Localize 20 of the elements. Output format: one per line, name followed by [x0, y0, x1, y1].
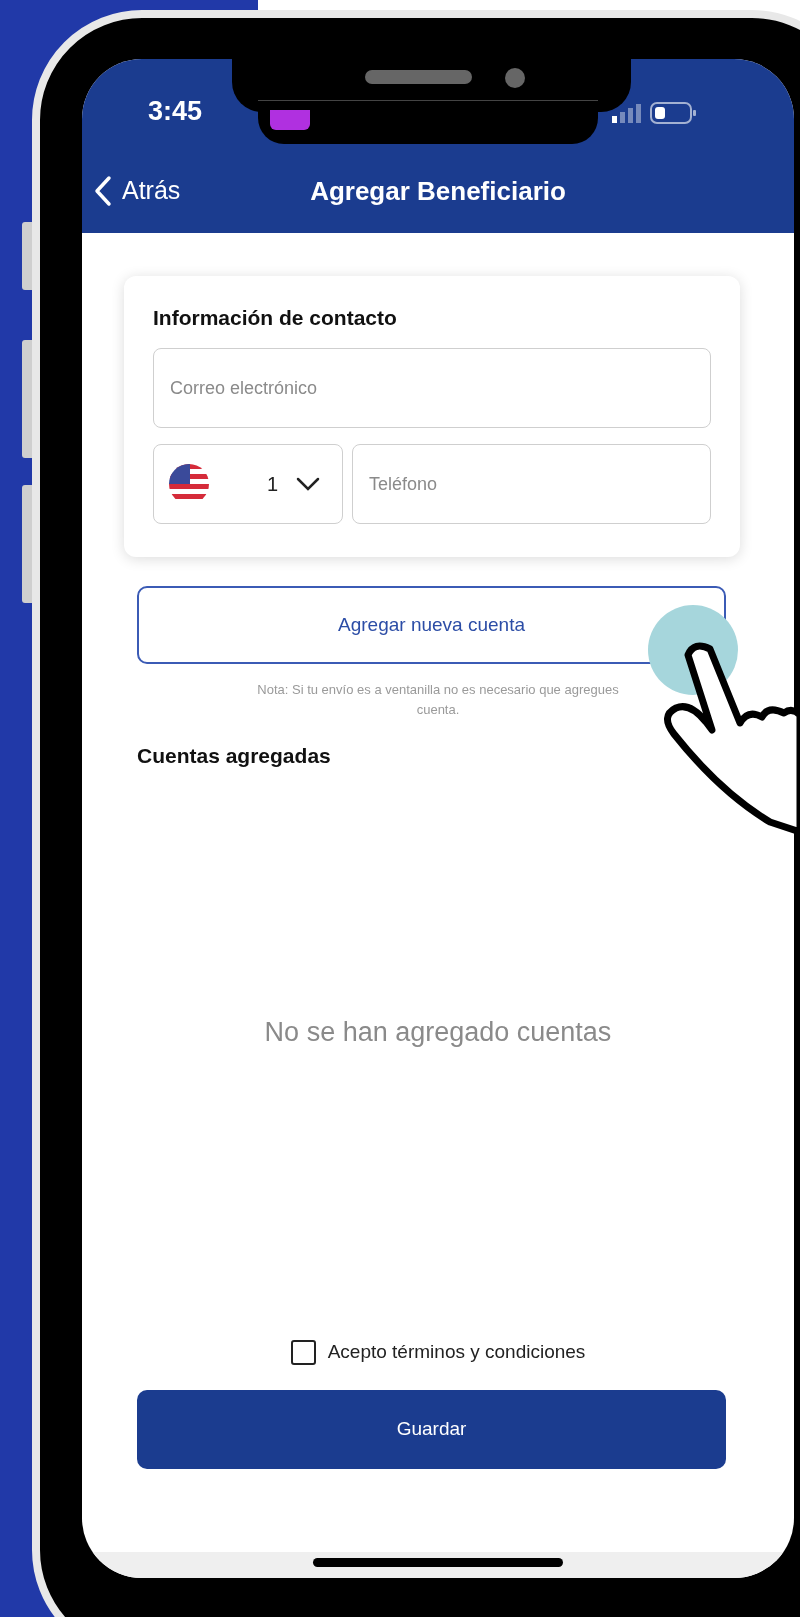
signal-icon: [612, 103, 642, 123]
country-code-select[interactable]: 1: [153, 444, 343, 524]
empty-message: No se han agregado cuentas: [264, 1015, 612, 1049]
terms-label: Acepto términos y condiciones: [327, 1340, 586, 1364]
email-field[interactable]: Correo electrónico: [153, 348, 711, 428]
chevron-left-icon: [94, 175, 112, 207]
phone-field[interactable]: Teléfono: [352, 444, 711, 524]
add-account-button[interactable]: Agregar nueva cuenta: [137, 586, 726, 664]
chevron-down-icon: [296, 477, 320, 491]
terms-checkbox[interactable]: [290, 1339, 316, 1365]
screen-title: Agregar Beneficiario: [310, 174, 566, 208]
note-text: Nota: Si tu envío es a ventanilla no es necesario que agregues: [257, 681, 619, 699]
battery-icon: [650, 101, 698, 125]
save-button[interactable]: Guardar: [137, 1389, 726, 1469]
back-button[interactable]: Atrás: [94, 172, 181, 210]
app-icon: [270, 110, 310, 130]
card-title: Información de contacto: [153, 305, 398, 331]
status-time: 3:45: [148, 95, 203, 127]
note-text: cuenta.: [416, 701, 460, 719]
section-title: Cuentas agregadas: [137, 743, 331, 769]
